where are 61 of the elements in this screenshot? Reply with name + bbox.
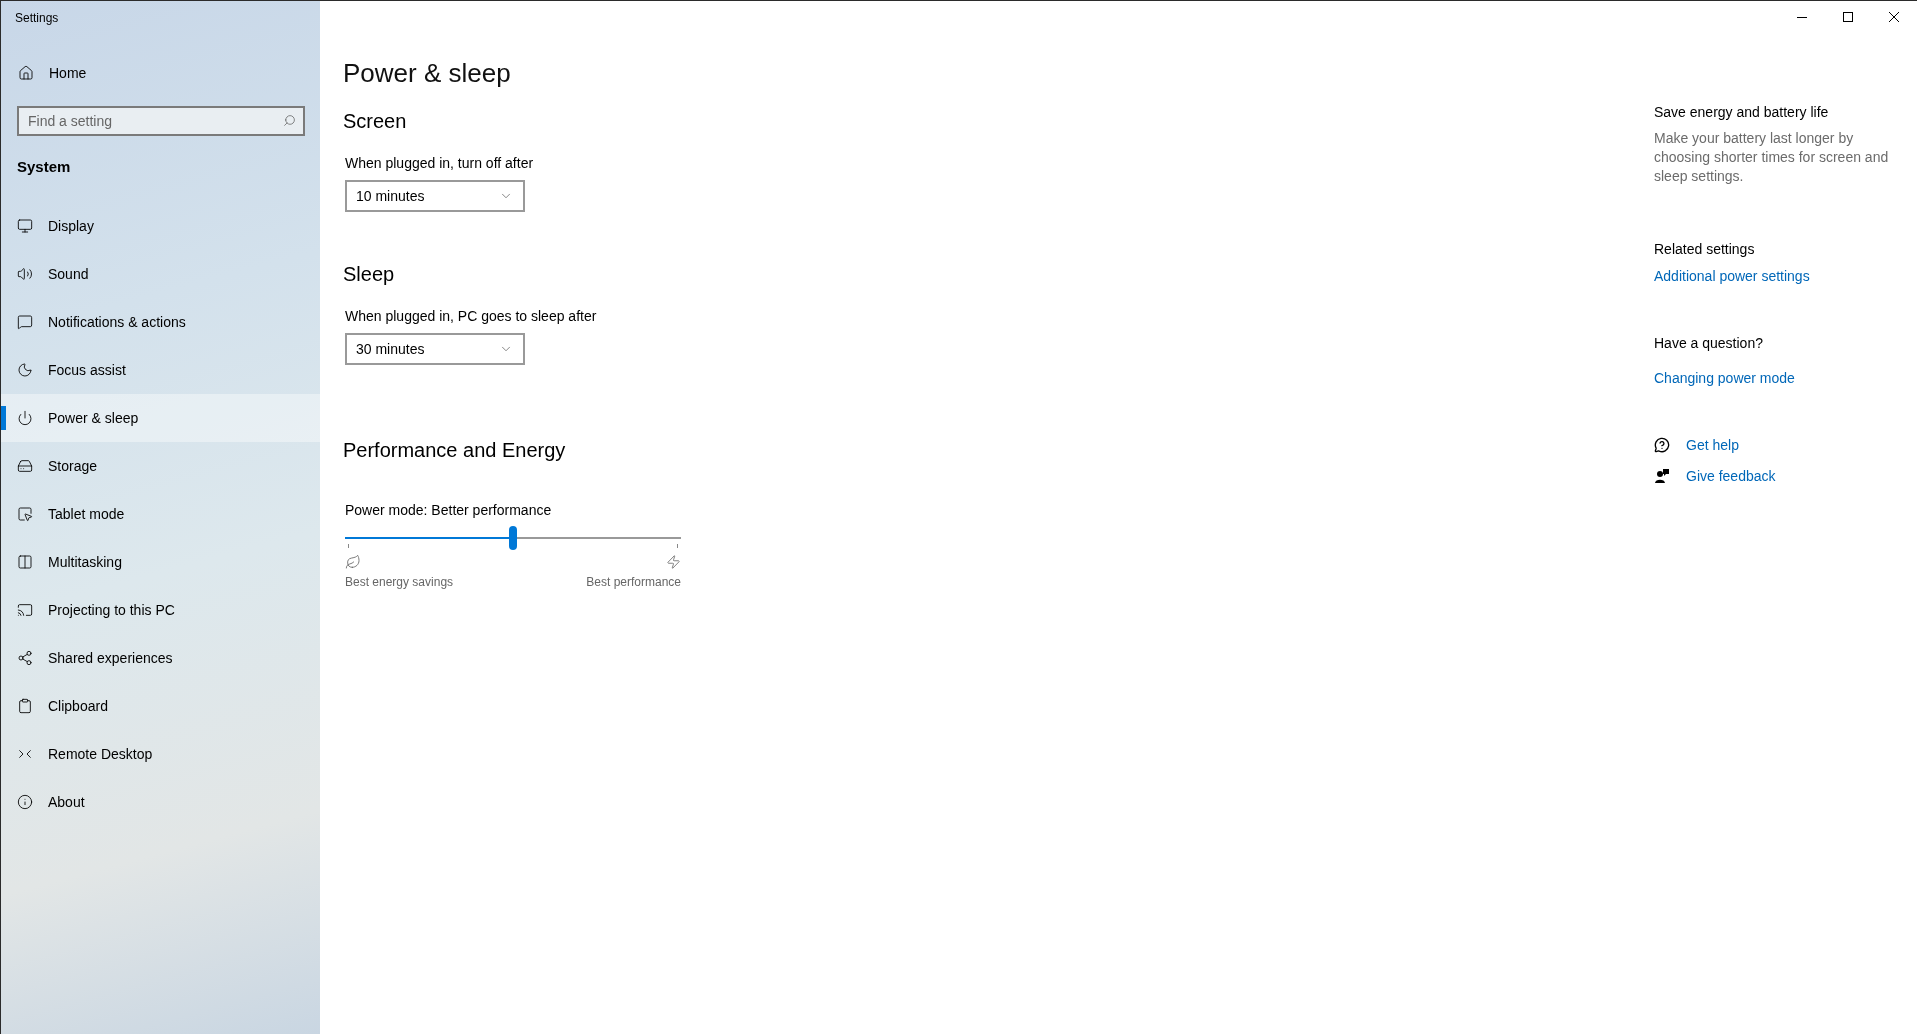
power-icon [17,410,33,426]
nav-item[interactable]: Display [1,202,320,250]
leaf-icon [345,554,361,570]
cursor-square-icon [17,506,33,522]
time-dropdown[interactable]: 10 minutes [345,180,525,212]
nav-item[interactable]: Clipboard [1,682,320,730]
nav-item[interactable]: Shared experiences [1,634,320,682]
columns-icon [17,554,33,570]
info-icon [17,794,33,810]
section-heading: Screen [343,109,407,134]
time-dropdown[interactable]: 30 minutes [345,333,525,365]
nav-item[interactable]: About [1,778,320,826]
scale-tick-icon [677,544,678,548]
nav-item[interactable]: Power & sleep [1,394,320,442]
clipboard-icon [17,698,33,714]
max-label: Best performance [586,574,681,590]
monitor-icon [17,218,33,234]
slider-thumb[interactable] [509,526,517,550]
maximize-icon [1843,12,1853,22]
section-heading: Sleep [343,262,395,287]
scale-tick-icon [348,544,349,548]
support-link[interactable]: Give feedback [1686,466,1776,486]
nav-item[interactable]: Multitasking [1,538,320,586]
related-heading: Related settings [1654,240,1755,259]
nav-item[interactable]: Notifications & actions [1,298,320,346]
slider-track[interactable] [345,526,681,550]
section-heading: Performance and Energy [343,438,566,463]
setting-label: Power mode: Better performance [345,501,553,520]
page-title: Power & sleep [343,57,511,90]
home-icon [18,65,34,81]
tip-heading: Save energy and battery life [1654,103,1829,122]
speech-bubble-icon [17,314,33,330]
setting-label: When plugged in, PC goes to sleep after [345,307,597,326]
help-article-link[interactable]: Changing power mode [1654,368,1795,388]
support-link[interactable]: Get help [1686,435,1739,455]
question-bubble-icon [1654,437,1670,453]
nav-item[interactable]: Remote Desktop [1,730,320,778]
close-icon [1889,12,1899,22]
nav-item[interactable]: Storage [1,442,320,490]
nav-item[interactable]: Focus assist [1,346,320,394]
tip-text: Make your battery last longer by choosing shorter times for screen and sleep settings. [1654,129,1890,186]
section-heading: System [17,157,72,177]
person-feedback-icon [1654,468,1670,484]
setting-label: When plugged in, turn off after [345,154,534,173]
cast-icon [17,602,33,618]
nav-item[interactable]: Sound [1,250,320,298]
search-field[interactable]: Find a setting [17,106,305,136]
window-title: Settings [15,9,59,27]
nav-item[interactable]: Projecting to this PC [1,586,320,634]
lightning-icon [666,554,681,570]
moon-icon [17,362,33,378]
search-icon [283,114,296,127]
settings-link[interactable]: Additional power settings [1654,266,1810,286]
home-nav-item[interactable]: Home [1,49,320,97]
minimize-icon [1797,16,1807,18]
question-heading: Have a question? [1654,334,1763,353]
speaker-icon [17,266,33,282]
share-nodes-icon [17,650,33,666]
min-label: Best energy savings [345,574,454,590]
hard-drive-icon [17,458,33,474]
nav-item[interactable]: Tablet mode [1,490,320,538]
